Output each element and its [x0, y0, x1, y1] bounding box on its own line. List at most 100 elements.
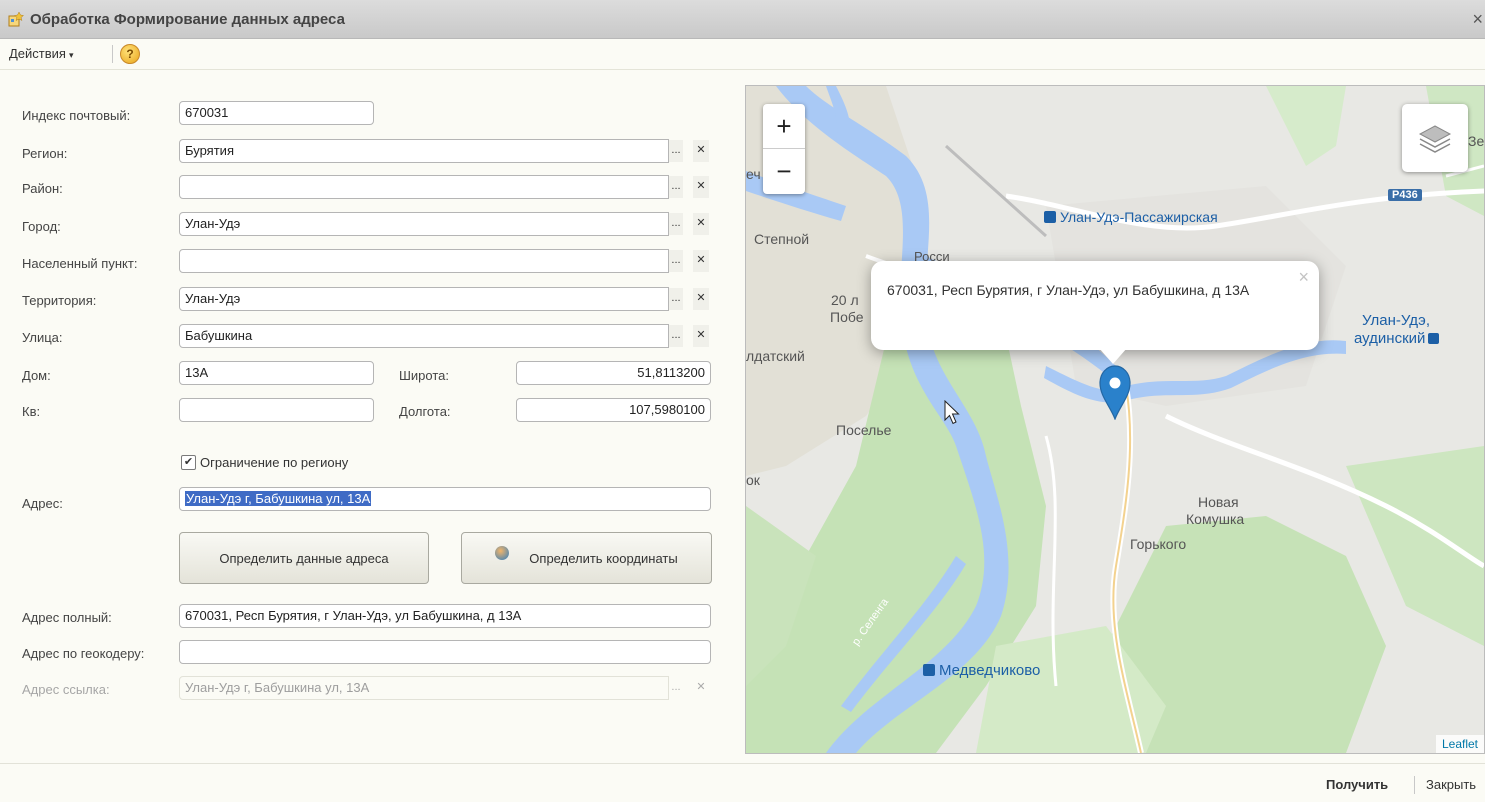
map-label-ze: Зе [1468, 133, 1485, 149]
lat-label: Широта: [399, 368, 450, 383]
city-choose-button[interactable]: ... [669, 213, 683, 235]
layers-button[interactable] [1402, 104, 1468, 172]
region-clear-icon[interactable]: ✕ [693, 140, 709, 162]
popup-close-icon[interactable]: × [1298, 267, 1309, 288]
settlement-field[interactable] [179, 249, 669, 273]
district-field[interactable] [179, 175, 669, 199]
address-label: Адрес: [22, 496, 63, 511]
map-label-poselye: Поселье [836, 422, 892, 438]
map-label-pobe: Побе [830, 309, 864, 325]
train-icon [923, 664, 935, 676]
full-address-label: Адрес полный: [22, 610, 112, 625]
location-marker-icon[interactable] [1098, 364, 1132, 420]
geocoder-address-label: Адрес по геокодеру: [22, 646, 145, 661]
map-label-stepnoy: Степной [754, 231, 810, 247]
map-label-ok: ок [746, 472, 760, 488]
map-view[interactable]: Степной еч Улан-Удэ-Пассажирская Р436 Зе… [745, 85, 1485, 754]
map-label-ulan-ude2: Улан-Удэ, [1362, 312, 1430, 329]
settlement-choose-button[interactable]: ... [669, 250, 683, 272]
settlement-clear-icon[interactable]: ✕ [693, 250, 709, 272]
map-label-novaya: Новая [1198, 494, 1239, 510]
geocoder-address-field[interactable] [179, 640, 711, 664]
full-address-field[interactable]: 670031, Респ Бурятия, г Улан-Удэ, ул Баб… [179, 604, 711, 628]
restrict-region-label: Ограничение по региону [200, 455, 349, 470]
medvedchikovo-label-text: Медведчиково [939, 662, 1041, 679]
station-label-text: Улан-Удэ-Пассажирская [1060, 209, 1218, 225]
chevron-down-icon: ▾ [68, 50, 74, 60]
mouse-cursor-icon [944, 400, 960, 425]
address-field[interactable]: Улан-Удэ г, Бабушкина ул, 13А [179, 487, 711, 511]
help-icon[interactable]: ? [120, 44, 140, 64]
close-button[interactable]: Закрыть [1426, 777, 1476, 792]
zoom-out-button[interactable]: − [763, 149, 805, 193]
street-field[interactable]: Бабушкина [179, 324, 669, 348]
toolbar: Действия ▾ ? [0, 39, 1485, 70]
audinskiy-label-text: аудинский [1354, 330, 1426, 347]
layers-icon [1418, 125, 1452, 153]
get-button[interactable]: Получить [1326, 777, 1388, 792]
restrict-region-checkbox[interactable]: ✔ [181, 455, 196, 470]
actions-label: Действия [9, 46, 66, 61]
window-titlebar: Обработка Формирование данных адреса × [0, 0, 1485, 39]
territory-clear-icon[interactable]: ✕ [693, 288, 709, 310]
zoom-control: + − [763, 104, 805, 194]
footer-divider [1414, 776, 1415, 794]
index-label: Индекс почтовый: [22, 108, 131, 123]
link-address-label: Адрес ссылка: [22, 682, 110, 697]
house-label: Дом: [22, 368, 51, 383]
latitude-field[interactable]: 51,8113200 [516, 361, 711, 385]
map-label-20: 20 л [831, 292, 859, 308]
window-title: Обработка Формирование данных адреса [30, 11, 345, 28]
close-icon[interactable]: × [1472, 9, 1483, 30]
territory-field[interactable]: Улан-Удэ [179, 287, 669, 311]
settlement-label: Населенный пункт: [22, 256, 138, 271]
define-address-button[interactable]: Определить данные адреса [179, 532, 429, 584]
popup-address-text: 670031, Респ Бурятия, г Улан-Удэ, ул Баб… [887, 282, 1250, 298]
leaflet-attribution-link[interactable]: Leaflet [1435, 735, 1484, 753]
apt-label: Кв: [22, 404, 41, 419]
district-label: Район: [22, 181, 63, 196]
district-choose-button[interactable]: ... [669, 176, 683, 198]
map-label-medvedchikovo: Медведчиково [923, 662, 1040, 679]
district-clear-icon[interactable]: ✕ [693, 176, 709, 198]
street-clear-icon[interactable]: ✕ [693, 325, 709, 347]
zoom-in-button[interactable]: + [763, 104, 805, 149]
road-badge-r436: Р436 [1388, 189, 1422, 201]
map-label-audinskiy: аудинский [1354, 330, 1440, 347]
index-field[interactable]: 670031 [179, 101, 374, 125]
region-field[interactable]: Бурятия [179, 139, 669, 163]
territory-choose-button[interactable]: ... [669, 288, 683, 310]
map-label-station: Улан-Удэ-Пассажирская [1044, 209, 1218, 225]
train-icon [1044, 211, 1056, 223]
street-choose-button[interactable]: ... [669, 325, 683, 347]
apt-field[interactable] [179, 398, 374, 422]
street-label: Улица: [22, 330, 63, 345]
define-coordinates-button[interactable]: Определить координаты [461, 532, 712, 584]
processing-icon [8, 11, 24, 27]
city-label: Город: [22, 219, 61, 234]
popup-tip [1099, 348, 1127, 364]
longitude-field[interactable]: 107,5980100 [516, 398, 711, 422]
map-label-ech: еч [746, 166, 761, 182]
map-label-komushka: Комушка [1186, 511, 1245, 527]
house-field[interactable]: 13А [179, 361, 374, 385]
define-coordinates-label: Определить координаты [529, 550, 678, 566]
link-clear-icon: ✕ [696, 681, 706, 693]
city-field[interactable]: Улан-Удэ [179, 212, 669, 236]
region-label: Регион: [22, 146, 68, 161]
territory-label: Территория: [22, 293, 97, 308]
toolbar-divider [112, 45, 113, 63]
address-selected-text: Улан-Удэ г, Бабушкина ул, 13А [185, 491, 372, 506]
map-popup: 670031, Респ Бурятия, г Улан-Удэ, ул Баб… [871, 261, 1319, 364]
map-label-soldatskiy: лдатский [746, 348, 805, 364]
map-label-gorkogo: Горького [1130, 536, 1187, 552]
region-choose-button[interactable]: ... [669, 140, 683, 162]
actions-menu[interactable]: Действия ▾ [9, 46, 74, 61]
link-choose-button: ... [671, 681, 681, 693]
link-address-field: Улан-Удэ г, Бабушкина ул, 13А [179, 676, 669, 700]
city-clear-icon[interactable]: ✕ [693, 213, 709, 235]
globe-icon [495, 546, 510, 560]
footer-bar: Получить Закрыть [0, 763, 1485, 802]
train-icon [1428, 333, 1440, 344]
lon-label: Долгота: [399, 404, 451, 419]
